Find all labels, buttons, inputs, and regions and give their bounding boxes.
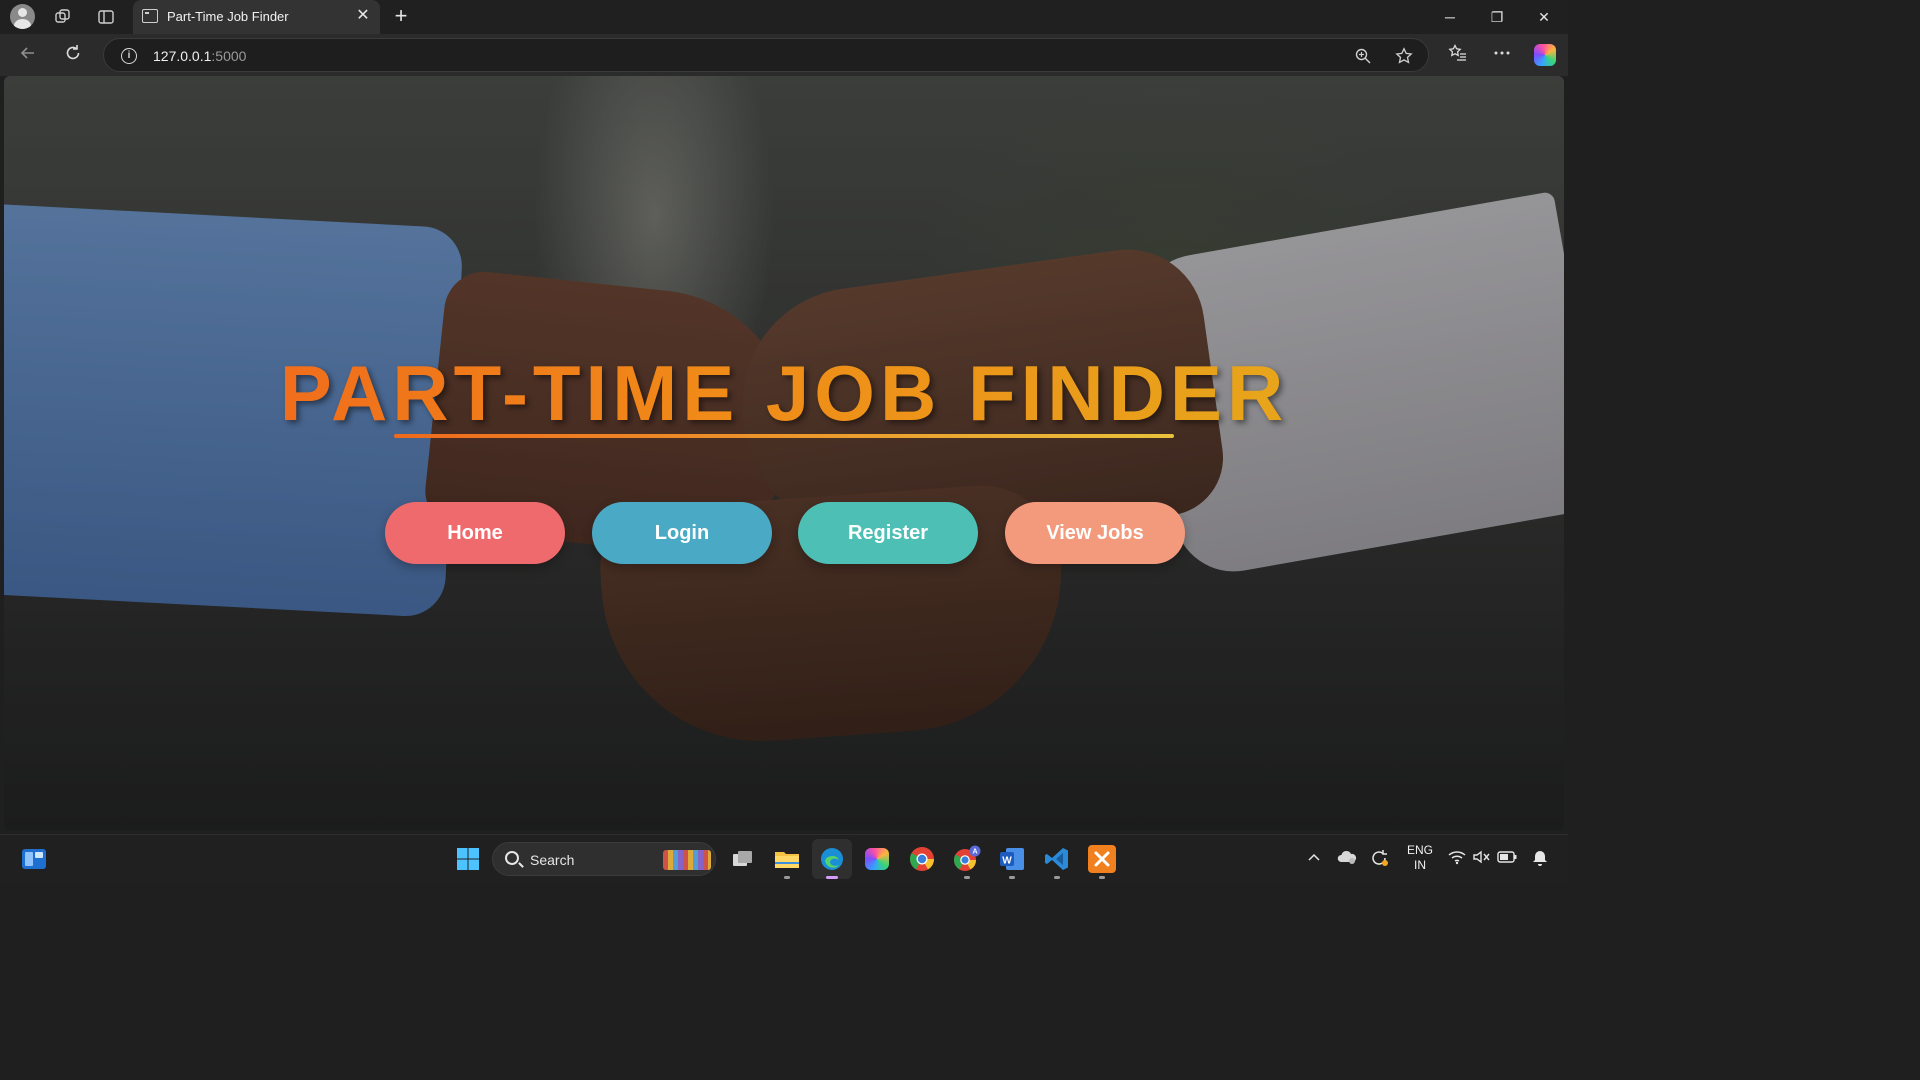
zoom-icon[interactable] bbox=[1354, 47, 1372, 65]
language-indicator[interactable]: ENG IN bbox=[1404, 843, 1436, 873]
vscode-icon[interactable] bbox=[1043, 845, 1071, 873]
register-button[interactable]: Register bbox=[798, 502, 978, 564]
xampp-icon[interactable] bbox=[1088, 845, 1116, 873]
widgets-icon[interactable] bbox=[20, 845, 48, 873]
favorite-star-icon[interactable] bbox=[1395, 47, 1413, 65]
maximize-button[interactable]: ❐ bbox=[1482, 5, 1512, 29]
new-tab-button[interactable]: + bbox=[390, 5, 412, 29]
favorites-icon[interactable] bbox=[1447, 43, 1469, 65]
browser-toolbar: i 127.0.0.1:5000 bbox=[0, 34, 1568, 76]
battery-icon[interactable] bbox=[1496, 849, 1518, 869]
edge-icon[interactable] bbox=[812, 839, 852, 879]
address-bar[interactable]: i 127.0.0.1:5000 bbox=[103, 38, 1429, 72]
copilot-taskbar-icon[interactable] bbox=[863, 845, 891, 873]
refresh-icon[interactable] bbox=[60, 43, 86, 67]
search-label: Search bbox=[530, 852, 575, 868]
minimize-button[interactable]: ─ bbox=[1435, 5, 1465, 29]
tab-favicon-icon bbox=[142, 9, 158, 23]
vertical-tabs-icon[interactable] bbox=[94, 5, 118, 29]
home-button[interactable]: Home bbox=[385, 502, 565, 564]
chrome-icon[interactable] bbox=[908, 845, 936, 873]
background-overlay bbox=[4, 76, 1564, 830]
main-nav: Home Login Register View Jobs bbox=[4, 502, 1564, 564]
tab-close-icon[interactable]: ✕ bbox=[354, 7, 372, 25]
word-icon[interactable]: W bbox=[998, 845, 1026, 873]
onedrive-icon[interactable] bbox=[1336, 849, 1358, 870]
tab-title: Part-Time Job Finder bbox=[167, 9, 289, 24]
svg-text:A: A bbox=[972, 848, 977, 855]
browser-titlebar: Part-Time Job Finder ✕ + ─ ❐ ✕ bbox=[0, 0, 1568, 34]
title-underline bbox=[394, 434, 1174, 438]
taskbar: Search A W ENG IN bbox=[0, 834, 1568, 882]
show-hidden-icons-icon[interactable] bbox=[1306, 849, 1322, 869]
login-button[interactable]: Login bbox=[592, 502, 772, 564]
page-title: PART-TIME JOB FINDER bbox=[4, 348, 1564, 439]
file-explorer-icon[interactable] bbox=[773, 845, 801, 873]
back-arrow-icon[interactable] bbox=[15, 43, 41, 67]
search-highlight-image bbox=[663, 850, 711, 870]
profile-avatar-icon[interactable] bbox=[10, 4, 35, 29]
volume-muted-icon[interactable] bbox=[1471, 849, 1491, 870]
workspaces-icon[interactable] bbox=[51, 5, 75, 29]
browser-tab-active[interactable]: Part-Time Job Finder ✕ bbox=[133, 0, 380, 34]
more-options-icon[interactable] bbox=[1491, 43, 1513, 65]
copilot-icon[interactable] bbox=[1534, 44, 1556, 66]
windows-start-icon[interactable] bbox=[454, 845, 482, 873]
page-viewport: PART-TIME JOB FINDER Home Login Register… bbox=[4, 76, 1564, 830]
chrome-profile-icon[interactable]: A bbox=[953, 845, 981, 873]
site-info-icon[interactable]: i bbox=[121, 48, 137, 64]
notification-bell-icon[interactable] bbox=[1530, 849, 1550, 872]
url-text: 127.0.0.1:5000 bbox=[153, 48, 247, 64]
taskbar-search[interactable]: Search bbox=[492, 842, 716, 876]
view-jobs-button[interactable]: View Jobs bbox=[1005, 502, 1185, 564]
close-window-button[interactable]: ✕ bbox=[1529, 5, 1559, 29]
svg-text:W: W bbox=[1002, 856, 1012, 867]
task-view-icon[interactable] bbox=[729, 845, 757, 873]
wifi-icon[interactable] bbox=[1447, 849, 1467, 870]
search-icon bbox=[505, 851, 519, 865]
update-icon[interactable] bbox=[1369, 849, 1391, 872]
